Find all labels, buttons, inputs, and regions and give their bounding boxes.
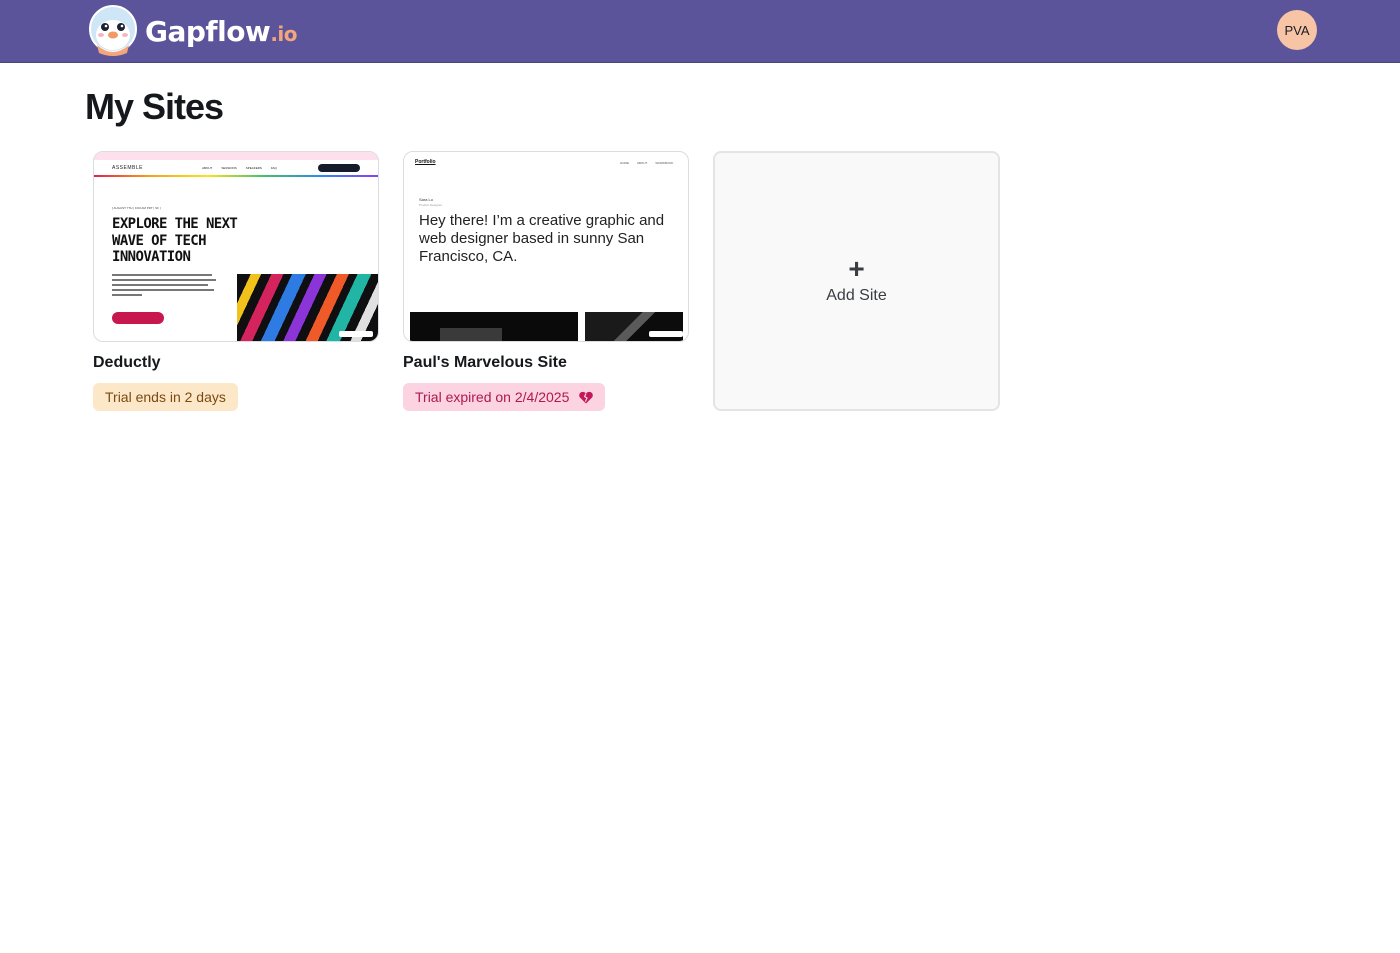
preview-rainbow-divider bbox=[94, 175, 378, 177]
plus-icon: + bbox=[848, 253, 865, 284]
preview-logo: ASSEMBLE bbox=[112, 165, 143, 171]
preview-headline: EXPLORE THE NEXT WAVE OF TECH INNOVATION bbox=[112, 216, 238, 265]
expired-status-badge: Trial expired on 2/4/2025 bbox=[403, 383, 606, 411]
add-site-button[interactable]: + Add Site bbox=[713, 151, 1000, 411]
site-card-deductly[interactable]: ASSEMBLE ABOUT SESSIONS SPEAKERS FAQ [ A… bbox=[93, 151, 379, 411]
preview-made-in-badge bbox=[649, 331, 683, 337]
preview-nav-link: SPEAKERS bbox=[245, 166, 262, 170]
preview-cta-button bbox=[112, 312, 164, 324]
brand-name-text: Gapflow bbox=[145, 14, 271, 48]
preview-nav-button bbox=[318, 164, 360, 172]
site-name[interactable]: Deductly bbox=[93, 354, 379, 372]
site-preview-thumbnail[interactable]: ASSEMBLE ABOUT SESSIONS SPEAKERS FAQ [ A… bbox=[93, 151, 379, 342]
site-card-pauls-marvelous-site[interactable]: Portfolio HOME ABOUT WORKBOOK Sara Lo Pr… bbox=[403, 151, 689, 411]
gapflow-logo[interactable]: Gapflow.io bbox=[87, 5, 298, 57]
page-title: My Sites bbox=[85, 86, 224, 127]
site-preview-thumbnail[interactable]: Portfolio HOME ABOUT WORKBOOK Sara Lo Pr… bbox=[403, 151, 689, 342]
status-text: Trial expired on 2/4/2025 bbox=[415, 389, 570, 405]
preview-nav-links: ABOUT SESSIONS SPEAKERS FAQ bbox=[202, 166, 277, 170]
brand-name: Gapflow.io bbox=[145, 14, 298, 48]
top-navigation-bar: Gapflow.io PVA bbox=[0, 0, 1400, 63]
preview-nav-links: HOME ABOUT WORKBOOK bbox=[620, 161, 673, 165]
preview-event-date: [ AUGUST 7TH | 9:00 AM PDT | SF ] bbox=[112, 206, 161, 210]
site-name[interactable]: Paul's Marvelous Site bbox=[403, 354, 689, 372]
trial-status-badge: Trial ends in 2 days bbox=[93, 383, 238, 411]
preview-hero-text: Hey there! I’m a creative graphic and we… bbox=[419, 212, 665, 265]
preview-project-image-inner bbox=[440, 328, 502, 341]
preview-body-copy bbox=[112, 274, 222, 299]
preview-nav-link: HOME bbox=[620, 161, 629, 165]
user-avatar[interactable]: PVA bbox=[1277, 10, 1317, 50]
broken-heart-icon bbox=[579, 391, 594, 404]
preview-made-in-badge bbox=[339, 331, 373, 337]
status-text: Trial ends in 2 days bbox=[105, 389, 226, 405]
preview-person-name: Sara Lo bbox=[419, 197, 434, 202]
mascot-icon bbox=[89, 5, 137, 56]
preview-nav-link: FAQ bbox=[270, 166, 277, 170]
brand-tld: .io bbox=[270, 21, 298, 46]
preview-logo: Portfolio bbox=[415, 159, 436, 165]
preview-announcement-bar bbox=[94, 152, 378, 160]
preview-person-role: Product Designer bbox=[419, 203, 443, 207]
preview-nav-link: ABOUT bbox=[202, 166, 213, 170]
preview-project-image bbox=[585, 312, 683, 341]
preview-nav-link: SESSIONS bbox=[221, 166, 237, 170]
preview-nav-link: ABOUT bbox=[637, 161, 648, 165]
add-site-label: Add Site bbox=[826, 287, 887, 304]
preview-nav-link: WORKBOOK bbox=[655, 161, 674, 165]
